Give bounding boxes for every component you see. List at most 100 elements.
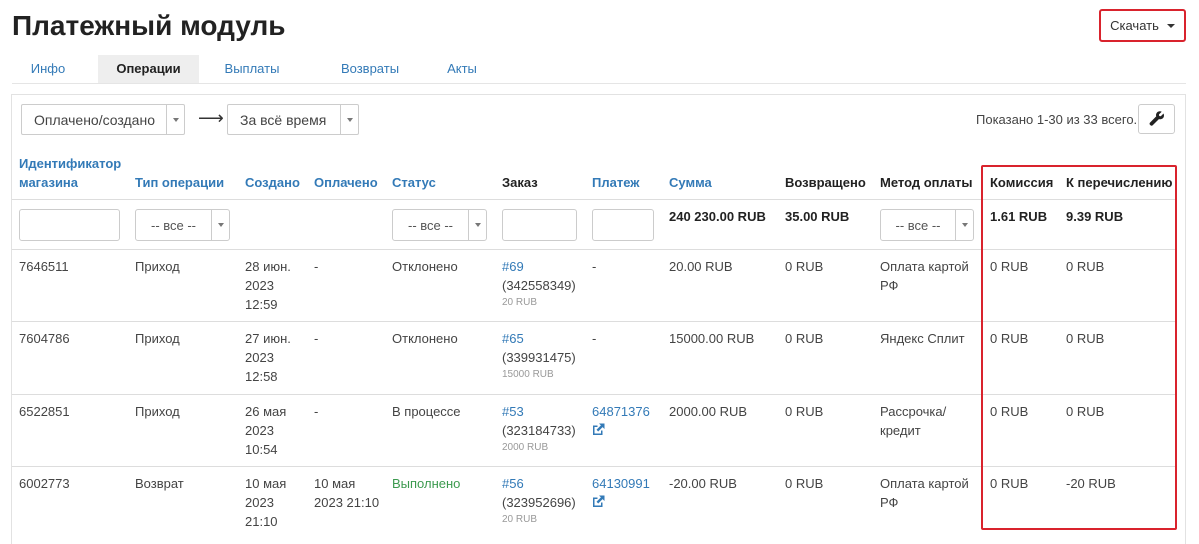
paid: - (314, 331, 319, 346)
created-year: 2023 (245, 278, 274, 293)
created-time: 12:58 (245, 369, 278, 384)
row-divider (12, 321, 1176, 322)
created-year: 2023 (245, 495, 274, 510)
method-line1: Оплата картой (880, 259, 969, 274)
order-link[interactable]: #56 (502, 474, 524, 493)
refunded: 0 RUB (785, 476, 824, 491)
pagination-summary: Показано 1-30 из 33 всего. (976, 112, 1138, 127)
tab-info[interactable]: Инфо (12, 55, 84, 83)
shop-id-filter-input[interactable] (19, 209, 120, 241)
order-id: (323952696) (502, 495, 576, 510)
total-commission: 1.61 RUB (990, 209, 1048, 224)
date-type-value: Оплачено/создано (34, 111, 155, 128)
col-created[interactable]: Создано (245, 173, 300, 192)
method-line1: Рассрочка/ (880, 404, 947, 419)
payment: - (592, 331, 597, 346)
created-date: 28 июн. (245, 259, 291, 274)
wrench-icon (1149, 111, 1164, 126)
period-value: За всё время (240, 111, 327, 128)
order-id: (323184733) (502, 423, 576, 438)
created-date: 27 июн. (245, 331, 291, 346)
refunded: 0 RUB (785, 331, 824, 346)
order-link[interactable]: #69 (502, 257, 524, 276)
tabs-bar: Инфо Операции Выплаты Возвраты Акты (12, 55, 1186, 84)
page-title: Платежный модуль (12, 10, 286, 41)
created-time: 21:10 (245, 514, 278, 529)
external-link-icon[interactable] (592, 421, 605, 441)
row-divider (12, 466, 1176, 467)
tab-operations[interactable]: Операции (98, 55, 199, 83)
op-type: Приход (135, 404, 180, 419)
amount: 2000.00 RUB (669, 404, 748, 419)
op-type-filter-select[interactable]: -- все -- (135, 209, 230, 241)
status-filter-select[interactable]: -- все -- (392, 209, 487, 241)
created-time: 10:54 (245, 442, 278, 457)
created-date: 10 мая (245, 476, 287, 491)
status: Отклонено (392, 331, 458, 346)
order-sum: 2000 RUB (502, 442, 549, 453)
download-button-label: Скачать (1110, 18, 1159, 33)
settings-button[interactable] (1138, 104, 1175, 134)
col-shop-id[interactable]: Идентификатор магазина (19, 154, 129, 192)
chevron-down-icon (955, 210, 973, 240)
paid: - (314, 259, 319, 274)
order-id: (339931475) (502, 350, 576, 365)
divider (12, 199, 1176, 200)
method-filter-select[interactable]: -- все -- (880, 209, 974, 241)
download-button[interactable]: Скачать (1099, 9, 1186, 42)
order-filter-input[interactable] (502, 209, 577, 241)
created-year: 2023 (245, 350, 274, 365)
amount: -20.00 RUB (669, 476, 737, 491)
order-sum: 15000 RUB (502, 369, 554, 380)
commission: 0 RUB (990, 404, 1029, 419)
status: Выполнено (392, 476, 461, 491)
shop-id: 6002773 (19, 476, 70, 491)
col-op-type[interactable]: Тип операции (135, 173, 224, 192)
op-type: Приход (135, 331, 180, 346)
order-link[interactable]: #65 (502, 329, 524, 348)
transfer: 0 RUB (1066, 404, 1105, 419)
commission: 0 RUB (990, 259, 1029, 274)
amount: 20.00 RUB (669, 259, 733, 274)
col-status[interactable]: Статус (392, 173, 436, 192)
total-amount: 240 230.00 RUB (669, 209, 766, 224)
date-type-select[interactable]: Оплачено/создано (21, 104, 185, 135)
col-paid[interactable]: Оплачено (314, 173, 378, 192)
commission: 0 RUB (990, 476, 1029, 491)
created-date: 26 мая (245, 404, 287, 419)
col-commission: Комиссия (990, 175, 1054, 190)
tab-payouts[interactable]: Выплаты (212, 55, 292, 83)
method-line2: РФ (880, 495, 899, 510)
col-amount[interactable]: Сумма (669, 173, 712, 192)
tab-refunds[interactable]: Возвраты (320, 55, 420, 83)
order-sum: 20 RUB (502, 514, 538, 525)
transfer: -20 RUB (1066, 476, 1116, 491)
order-sum: 20 RUB (502, 297, 538, 308)
shop-id: 7646511 (19, 259, 69, 274)
payment-filter-input[interactable] (592, 209, 654, 241)
arrow-right-icon: ⟶ (198, 108, 224, 128)
period-select[interactable]: За всё время (227, 104, 359, 135)
payment-link[interactable]: 64871376 (592, 402, 650, 421)
shop-id: 6522851 (19, 404, 70, 419)
transfer: 0 RUB (1066, 331, 1105, 346)
external-link-icon[interactable] (592, 493, 605, 513)
row-divider (12, 249, 1176, 250)
payment-link[interactable]: 64130991 (592, 474, 650, 493)
chevron-down-icon (211, 210, 229, 240)
method-filter-value: -- все -- (895, 217, 941, 233)
order-link[interactable]: #53 (502, 402, 524, 421)
payment: - (592, 259, 597, 274)
col-payment[interactable]: Платеж (592, 173, 639, 192)
col-refunded: Возвращено (785, 175, 866, 190)
commission: 0 RUB (990, 331, 1029, 346)
paid: - (314, 404, 319, 419)
col-transfer: К перечислению (1066, 175, 1173, 190)
chevron-down-icon (340, 105, 358, 134)
op-type: Возврат (135, 476, 184, 491)
chevron-down-icon (468, 210, 486, 240)
tab-acts[interactable]: Акты (432, 55, 492, 83)
op-type-filter-value: -- все -- (150, 217, 197, 233)
transfer: 0 RUB (1066, 259, 1105, 274)
caret-down-icon (1166, 23, 1175, 28)
